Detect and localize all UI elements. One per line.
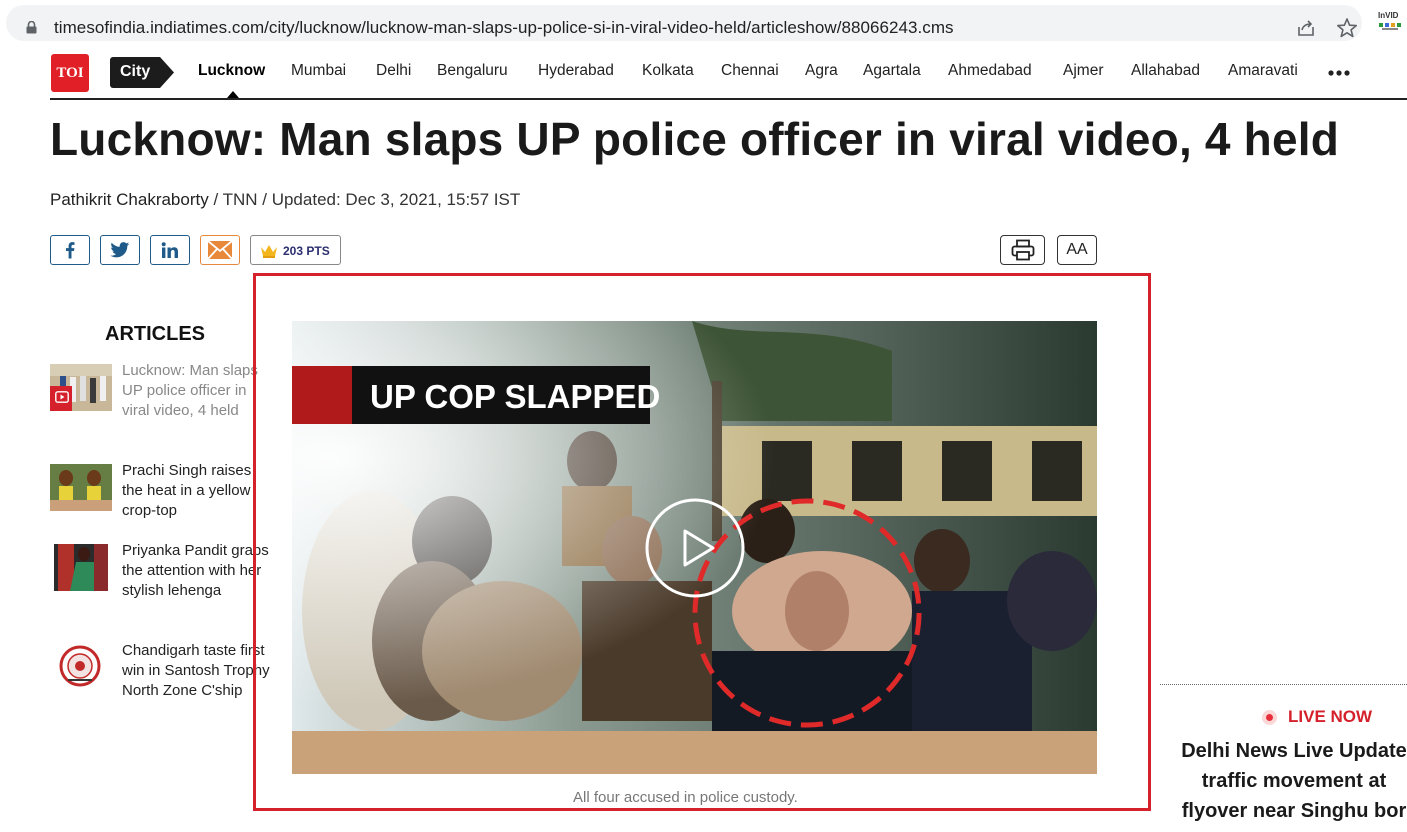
nav-lucknow[interactable]: Lucknow — [198, 62, 265, 80]
font-size-button[interactable]: AA — [1057, 235, 1097, 265]
author-link[interactable]: Pathikrit Chakraborty — [50, 190, 209, 209]
address-bar[interactable]: timesofindia.indiatimes.com/city/lucknow… — [6, 5, 1362, 41]
article-thumbnail — [50, 464, 112, 511]
live-label-text: LIVE NOW — [1288, 707, 1373, 726]
live-headline-line: traffic movement at — [1201, 770, 1387, 792]
byline-details: / TNN / Updated: Dec 3, 2021, 15:57 IST — [208, 190, 521, 209]
envelope-icon — [207, 240, 233, 260]
live-headline-line: flyover near Singhu bor — [1181, 800, 1407, 822]
nav-ajmer[interactable]: Ajmer — [1063, 62, 1103, 80]
lock-icon — [26, 21, 37, 34]
twitter-share-button[interactable] — [100, 235, 140, 265]
extension-graphic-icon — [1379, 23, 1401, 30]
invid-extension-icon[interactable]: InVID — [1378, 11, 1404, 35]
live-headline[interactable]: Delhi News Live Update traffic movement … — [1164, 736, 1407, 826]
font-size-label: AA — [1066, 241, 1088, 258]
more-dots-icon[interactable] — [1328, 64, 1350, 82]
points-label: 203 PTS — [283, 244, 330, 258]
twitter-icon — [110, 242, 130, 258]
facebook-icon — [66, 242, 75, 259]
video-player[interactable]: UP COP SLAPPED — [292, 321, 1097, 774]
article-thumbnail — [50, 644, 112, 691]
printer-icon — [1011, 239, 1035, 261]
article-headline: Lucknow: Man slaps UP police officer in … — [50, 113, 1340, 165]
browser-toolbar: timesofindia.indiatimes.com/city/lucknow… — [0, 0, 1407, 46]
play-button-icon[interactable] — [645, 498, 745, 598]
extension-label: InVID — [1378, 11, 1399, 20]
print-button[interactable] — [1000, 235, 1045, 265]
linkedin-icon — [161, 242, 178, 258]
article-thumbnail — [50, 544, 112, 591]
nav-hyderabad[interactable]: Hyderabad — [538, 62, 614, 80]
section-tag-city[interactable]: City — [110, 57, 174, 88]
nav-mumbai[interactable]: Mumbai — [291, 62, 346, 80]
crown-icon — [261, 245, 277, 258]
points-badge[interactable]: 203 PTS — [250, 235, 341, 265]
share-icon[interactable] — [1296, 18, 1316, 38]
section-tag-label: City — [120, 63, 151, 80]
article-title[interactable]: Chandigarh taste first win in Santosh Tr… — [122, 641, 272, 701]
article-thumbnail — [50, 364, 112, 411]
article-title[interactable]: Prachi Singh raises the heat in a yellow… — [122, 461, 272, 521]
nav-amaravati[interactable]: Amaravati — [1228, 62, 1298, 80]
video-play-icon — [55, 391, 69, 403]
url-text[interactable]: timesofindia.indiatimes.com/city/lucknow… — [54, 18, 954, 38]
nav-bengaluru[interactable]: Bengaluru — [437, 62, 508, 80]
email-share-button[interactable] — [200, 235, 240, 265]
nav-kolkata[interactable]: Kolkata — [642, 62, 694, 80]
article-title[interactable]: Priyanka Pandit grabs the attention with… — [122, 541, 272, 601]
nav-allahabad[interactable]: Allahabad — [1131, 62, 1200, 80]
right-divider — [1160, 684, 1407, 685]
active-nav-caret — [227, 91, 239, 98]
linkedin-share-button[interactable] — [150, 235, 190, 265]
toi-logo[interactable]: TOI — [51, 54, 89, 92]
articles-heading: ARTICLES — [105, 323, 205, 345]
nav-agartala[interactable]: Agartala — [863, 62, 921, 80]
nav-agra[interactable]: Agra — [805, 62, 838, 80]
nav-divider — [50, 98, 1407, 100]
article-byline: Pathikrit Chakraborty / TNN / Updated: D… — [50, 190, 520, 210]
live-headline-line: Delhi News Live Update — [1181, 740, 1407, 762]
live-dot-icon — [1262, 710, 1277, 725]
nav-chennai[interactable]: Chennai — [721, 62, 779, 80]
bookmark-star-icon[interactable] — [1336, 17, 1358, 39]
video-banner-text: UP COP SLAPPED — [370, 378, 660, 415]
article-title[interactable]: Lucknow: Man slaps UP police officer in … — [122, 361, 272, 421]
nav-delhi[interactable]: Delhi — [376, 62, 411, 80]
nav-ahmedabad[interactable]: Ahmedabad — [948, 62, 1032, 80]
facebook-share-button[interactable] — [50, 235, 90, 265]
video-caption: All four accused in police custody. — [573, 789, 798, 806]
